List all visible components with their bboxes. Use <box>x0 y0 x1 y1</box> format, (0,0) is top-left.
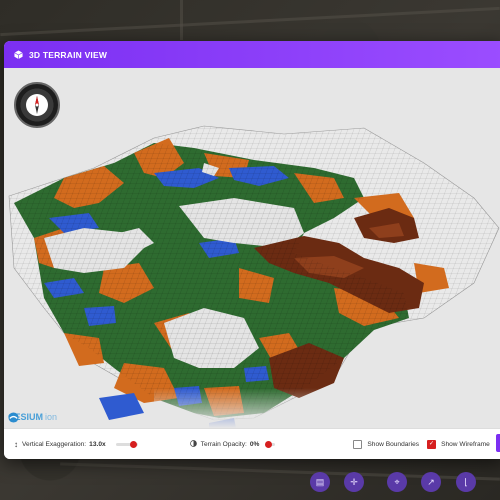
frame-icon[interactable]: ⌊ <box>456 472 476 492</box>
vertical-exaggeration-control: ↕ Vertical Exaggeration: 13.0x <box>14 440 138 449</box>
vertical-arrows-icon: ↕ <box>14 440 18 449</box>
terrain-opacity-control: Terrain Opacity: 0% <box>189 440 276 449</box>
map-road <box>180 0 183 40</box>
terrain-canvas[interactable] <box>4 68 500 428</box>
show-boundaries-control[interactable]: Show Boundaries <box>353 440 419 449</box>
target-icon[interactable]: ✛ <box>344 472 364 492</box>
cesium-suffix: ion <box>45 412 58 422</box>
vertical-exaggeration-value: 13.0x <box>89 441 106 448</box>
show-boundaries-checkbox[interactable] <box>353 440 363 449</box>
half-circle-icon <box>189 440 197 449</box>
cesium-attribution[interactable]: CESIUM ion <box>8 412 58 423</box>
compass-icon[interactable] <box>26 94 48 116</box>
slider-knob[interactable] <box>129 440 137 448</box>
terrain-opacity-value: 0% <box>249 441 260 448</box>
show-wireframe-checkbox[interactable]: ✓ <box>427 440 437 449</box>
modal-header: 3D TERRAIN VIEW <box>4 41 500 68</box>
layers-icon[interactable]: ▤ <box>310 472 330 492</box>
terrain-viewer[interactable]: CESIUM ion <box>4 68 500 428</box>
cube-icon <box>14 50 23 59</box>
show-wireframe-control[interactable]: ✓ Show Wireframe <box>427 440 490 449</box>
modal-action-button-edge[interactable] <box>496 434 500 452</box>
tool-icon[interactable]: ⌖ <box>387 472 407 492</box>
terrain-modal: 3D TERRAIN VIEW CESIUM ion ↕ Vertical Ex… <box>4 41 500 459</box>
slider-knob[interactable] <box>265 440 273 448</box>
terrain-fade <box>154 388 354 428</box>
cesium-logo-icon <box>8 412 19 423</box>
terrain-opacity-label: Terrain Opacity: <box>200 441 247 448</box>
controls-bar: ↕ Vertical Exaggeration: 13.0x Terrain O… <box>4 428 500 459</box>
terrain-opacity-slider[interactable] <box>265 440 276 448</box>
compass-widget[interactable] <box>14 82 60 128</box>
expand-icon[interactable]: ↗ <box>421 472 441 492</box>
vertical-exaggeration-slider[interactable] <box>115 440 138 448</box>
show-boundaries-label: Show Boundaries <box>367 441 420 448</box>
map-road <box>0 6 500 37</box>
modal-title: 3D TERRAIN VIEW <box>29 49 108 60</box>
terrain-wireframe-overlay <box>14 143 409 418</box>
show-wireframe-label: Show Wireframe <box>441 441 490 448</box>
vertical-exaggeration-label: Vertical Exaggeration: <box>22 441 87 448</box>
